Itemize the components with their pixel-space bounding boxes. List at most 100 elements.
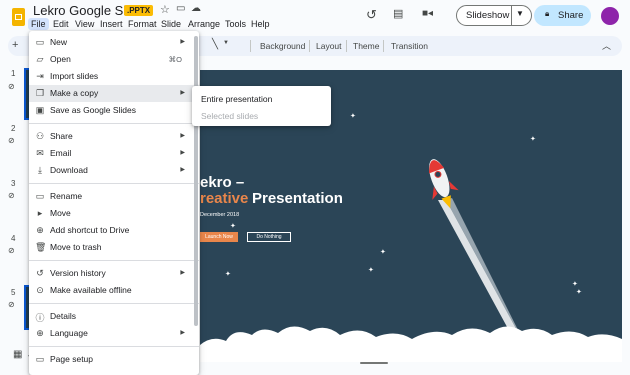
menu-divider xyxy=(29,260,199,261)
cloud-illustration xyxy=(200,326,622,362)
toolbar-divider xyxy=(250,40,251,52)
star-decoration: ✦ xyxy=(230,223,236,230)
file-menu: ▭ New ▶ ▱ Open ⌘O ⇥ Import slides ❐ Make… xyxy=(29,31,199,375)
toolbar-divider xyxy=(383,40,384,52)
menu-item-label: Download xyxy=(50,165,88,175)
slide-number: 1 xyxy=(11,69,16,78)
menu-divider xyxy=(29,346,199,347)
download-icon: ⤓ xyxy=(38,165,42,175)
menu-item-label: Open xyxy=(50,54,71,64)
slide-number: 3 xyxy=(11,179,16,188)
slideshow-divider xyxy=(511,6,512,25)
submenu-item-entire-presentation[interactable]: Entire presentation xyxy=(201,94,272,104)
plus-icon[interactable]: + xyxy=(12,39,18,51)
menu-item-label: Rename xyxy=(50,191,83,201)
import-icon: ⇥ xyxy=(36,71,44,81)
save-icon: ▣ xyxy=(35,105,45,115)
menu-item-make-a-copy[interactable]: ❐ Make a copy ▶ xyxy=(29,85,199,102)
menu-help[interactable]: Help xyxy=(248,18,273,30)
move-folder-icon[interactable]: ▭ xyxy=(176,3,185,14)
menu-item-label: Move to trash xyxy=(50,242,102,252)
menu-item-label: Make available offline xyxy=(50,285,132,295)
menu-file[interactable]: File xyxy=(28,18,49,30)
menu-item-rename[interactable]: ▭ Rename xyxy=(29,188,199,205)
slide-date: December 2018 xyxy=(200,212,240,218)
new-slides-icon: ▭ xyxy=(35,37,45,47)
share-button[interactable]: 🔒︎ Share xyxy=(534,5,591,26)
chevron-up-icon[interactable]: ︿ xyxy=(602,39,611,52)
transition-button[interactable]: Transition xyxy=(391,41,428,51)
menu-item-email[interactable]: ✉ Email ▶ xyxy=(29,145,199,162)
speaker-notes-handle[interactable] xyxy=(360,362,388,364)
avatar[interactable] xyxy=(601,7,619,25)
menu-item-details[interactable]: ⓘ Details xyxy=(29,308,199,325)
make-a-copy-submenu: Entire presentation Selected slides xyxy=(192,86,331,126)
slide-number: 5 xyxy=(11,288,16,297)
star-decoration: ✦ xyxy=(225,271,231,278)
menu-item-new[interactable]: ▭ New ▶ xyxy=(29,34,199,51)
menu-divider xyxy=(29,303,199,304)
background-button[interactable]: Background xyxy=(260,41,305,51)
menu-item-import-slides[interactable]: ⇥ Import slides xyxy=(29,68,199,85)
layout-button[interactable]: Layout xyxy=(316,41,342,51)
chevron-down-icon[interactable]: ▼ xyxy=(516,9,524,18)
chevron-down-icon[interactable]: ▼ xyxy=(223,40,229,46)
menu-item-label: Make a copy xyxy=(50,88,99,98)
menu-arrange[interactable]: Arrange xyxy=(185,18,223,30)
toolbar-divider xyxy=(309,40,310,52)
menu-item-move-to-trash[interactable]: 🗑︎ Move to trash xyxy=(29,239,199,256)
meet-camera-icon[interactable]: ■◂ xyxy=(422,8,433,19)
menu-item-label: Move xyxy=(50,208,71,218)
line-tool-icon[interactable]: ╲ xyxy=(212,39,218,50)
theme-button[interactable]: Theme xyxy=(353,41,379,51)
slide-nothing-button: Do Nothing xyxy=(247,232,291,242)
slideshow-button[interactable]: Slideshow ▼ xyxy=(456,5,532,26)
slide-title-rest: Presentation xyxy=(252,190,343,207)
menu-item-label: Details xyxy=(50,311,76,321)
submenu-arrow-icon: ▶ xyxy=(180,270,185,276)
slides-logo-icon[interactable] xyxy=(12,8,25,26)
submenu-arrow-icon: ▶ xyxy=(180,133,185,139)
menu-item-label: Email xyxy=(50,148,72,158)
menu-tools[interactable]: Tools xyxy=(222,18,249,30)
menu-item-move[interactable]: ▸ Move xyxy=(29,205,199,222)
menu-scrollbar[interactable] xyxy=(194,36,198,326)
folder-open-icon: ▱ xyxy=(36,54,44,64)
menu-divider xyxy=(29,123,199,124)
menu-item-add-shortcut[interactable]: ⊕ Add shortcut to Drive xyxy=(29,222,199,239)
cloud-status-icon[interactable]: ☁ xyxy=(191,3,201,14)
menu-slide[interactable]: Slide xyxy=(158,18,184,30)
grid-view-icon[interactable]: ▦ xyxy=(13,349,22,360)
offline-icon: ⊙ xyxy=(36,285,44,295)
menu-item-download[interactable]: ⤓ Download ▶ xyxy=(29,162,199,179)
rename-icon: ▭ xyxy=(35,191,45,201)
trash-icon: 🗑︎ xyxy=(35,242,47,252)
menu-item-label: Page setup xyxy=(50,354,94,364)
history-icon: ↺ xyxy=(36,268,44,278)
star-icon[interactable]: ☆ xyxy=(160,3,170,16)
comments-icon[interactable]: ▤ xyxy=(393,7,403,20)
menu-item-open[interactable]: ▱ Open ⌘O xyxy=(29,51,199,68)
slide-number: 2 xyxy=(11,124,16,133)
menu-item-language[interactable]: ⊕ Language ▶ xyxy=(29,325,199,342)
menu-item-make-available-offline[interactable]: ⊙ Make available offline xyxy=(29,282,199,299)
person-add-icon: ⚇ xyxy=(35,131,45,141)
slideshow-label: Slideshow xyxy=(466,10,510,21)
menu-edit[interactable]: Edit xyxy=(50,18,72,30)
menu-format[interactable]: Format xyxy=(125,18,160,30)
menu-item-share[interactable]: ⚇ Share ▶ xyxy=(29,128,199,145)
menu-item-label: Save as Google Slides xyxy=(50,105,136,115)
menu-view[interactable]: View xyxy=(72,18,97,30)
menu-item-save-as-google-slides[interactable]: ▣ Save as Google Slides xyxy=(29,102,199,119)
menu-item-page-setup[interactable]: ▭ Page setup xyxy=(29,351,199,368)
star-decoration: ✦ xyxy=(368,267,374,274)
history-icon[interactable]: ↺ xyxy=(366,7,377,23)
star-decoration: ✦ xyxy=(576,289,582,296)
link-icon: ⊘ xyxy=(8,300,15,309)
lock-icon: 🔒︎ xyxy=(545,9,550,18)
menu-item-version-history[interactable]: ↺ Version history ▶ xyxy=(29,265,199,282)
shortcut-icon: ⊕ xyxy=(36,225,44,235)
star-decoration: ✦ xyxy=(350,113,356,120)
globe-icon: ⊕ xyxy=(36,328,44,338)
menu-insert[interactable]: Insert xyxy=(97,18,126,30)
